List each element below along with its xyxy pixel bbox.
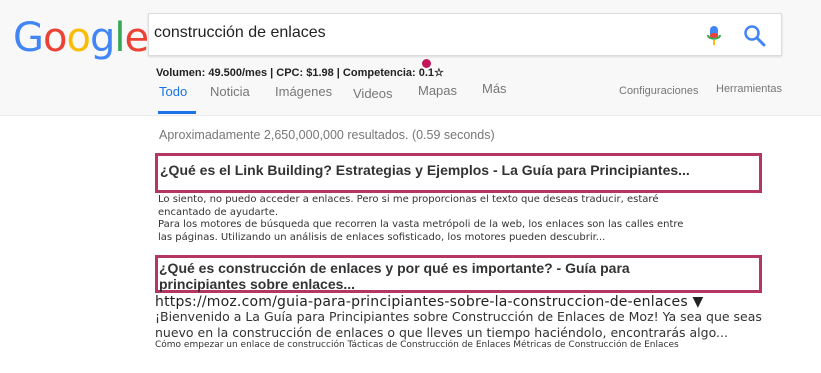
keyword-metrics: Volumen: 49.500/mes | CPC: $1.98 | Compe… xyxy=(156,67,444,79)
snippet-line: las páginas. Utilizando un análisis de e… xyxy=(158,231,606,243)
result-snippet: ¡Bienvenido a La Guía para Principiantes… xyxy=(155,309,762,341)
logo-letter: G xyxy=(13,15,44,61)
snippet-line: Lo siento, no puedo acceder a enlaces. P… xyxy=(158,194,659,205)
settings-link[interactable]: Configuraciones xyxy=(619,85,699,97)
logo-letter: e xyxy=(124,15,149,61)
snippet-line: Para los motores de búsqueda que recorre… xyxy=(158,219,684,230)
logo-letter: l xyxy=(114,15,125,61)
result-title-highlight: ¿Qué es el Link Building? Estrategias y … xyxy=(155,153,762,193)
tools-link[interactable]: Herramientas xyxy=(716,83,782,95)
result-sitelinks[interactable]: Cómo empezar un enlace de construcción T… xyxy=(155,339,679,351)
result-snippet: Lo siento, no puedo acceder a enlaces. P… xyxy=(158,194,683,244)
result-url[interactable]: https://moz.com/guia-para-principiantes-… xyxy=(155,294,703,310)
divider xyxy=(0,115,821,116)
result-title-highlight: ¿Qué es construcción de enlaces y por qu… xyxy=(155,255,762,293)
snippet-line: ¡Bienvenido a La Guía para Principiantes… xyxy=(155,309,762,324)
tab-videos[interactable]: Videos xyxy=(353,86,393,101)
logo-letter: o xyxy=(43,15,68,61)
result-title-line: principiantes sobre enlaces... xyxy=(159,276,356,292)
tab-todo[interactable]: Todo xyxy=(159,84,187,99)
snippet-line: encantado de ayudarte. xyxy=(158,206,279,218)
google-logo[interactable]: Google xyxy=(13,12,149,64)
active-tab-indicator xyxy=(158,111,196,114)
result-stats: Aproximadamente 2,650,000,000 resultados… xyxy=(159,128,495,142)
tab-mas[interactable]: Más xyxy=(482,81,507,96)
search-icon[interactable] xyxy=(742,23,768,49)
tab-noticia[interactable]: Noticia xyxy=(210,84,250,99)
search-box xyxy=(148,13,782,56)
result-title-line: ¿Qué es construcción de enlaces y por qu… xyxy=(159,260,630,276)
search-input[interactable] xyxy=(154,22,674,44)
result-title[interactable]: ¿Qué es construcción de enlaces y por qu… xyxy=(159,260,630,292)
logo-letter: o xyxy=(66,15,91,61)
header: Google Volumen: 49.500/mes | CPC: $1.98 … xyxy=(0,0,821,116)
result-title[interactable]: ¿Qué es el Link Building? Estrategias y … xyxy=(160,161,690,179)
tab-mapas[interactable]: Mapas xyxy=(418,83,457,98)
logo-letter: g xyxy=(89,15,115,61)
microphone-icon[interactable] xyxy=(705,24,723,48)
tab-imagenes[interactable]: Imágenes xyxy=(275,84,332,99)
